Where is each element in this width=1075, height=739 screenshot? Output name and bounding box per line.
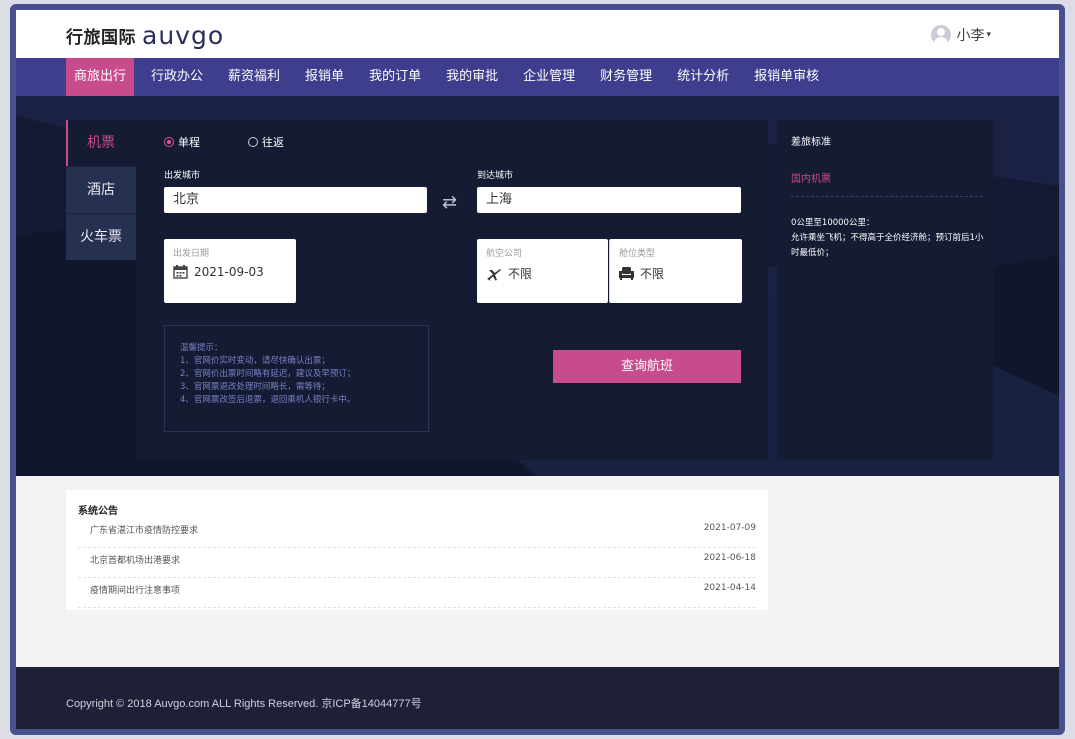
cabin-class-select[interactable]: 舱位类型 不限 [609, 239, 742, 303]
airplane-icon [486, 267, 502, 281]
notice-item-date: 2021-06-18 [703, 553, 756, 563]
system-notice-panel: 系统公告 广东省湛江市疫情防控要求 2021-07-09 北京首都机场出港要求 … [66, 490, 768, 610]
swap-arrows-icon[interactable]: ⇄ [442, 192, 457, 213]
notice-item-date: 2021-07-09 [703, 523, 756, 533]
notice-item-title: 疫情期间出行注意事项 [90, 586, 181, 596]
tab-hotel[interactable]: 酒店 [66, 166, 136, 213]
notice-title: 系统公告 [78, 506, 118, 517]
flight-search-panel: 单程 往返 出发城市 北京 ⇄ 到达城市 上海 出发日期 2021-09-03 [136, 120, 768, 460]
calendar-icon [173, 265, 188, 279]
user-menu[interactable]: 小李 ▾ [931, 25, 991, 45]
header: 行旅国际 auvgo 小李 ▾ [16, 10, 1059, 58]
tip-item: 2、官网价出票时间略有延迟，建议及早预订； [180, 369, 356, 379]
travel-policy-panel: 差旅标准 国内机票 0公里至10000公里： 允许乘坐飞机；不得高于全价经济舱；… [777, 120, 993, 460]
notice-item-date: 2021-04-14 [703, 583, 756, 593]
airline-value: 不限 [508, 267, 533, 281]
copyright-text: Copyright © 2018 Auvgo.com ALL Rights Re… [66, 698, 422, 710]
to-city-input[interactable]: 上海 [477, 187, 741, 213]
footer: Copyright © 2018 Auvgo.com ALL Rights Re… [16, 667, 1059, 729]
tip-item: 1、官网价实时变动，请尽快确认出票； [180, 356, 330, 366]
departure-date-value-wrap: 2021-09-03 [173, 265, 264, 279]
nav-item-admin-office[interactable]: 行政办公 [143, 58, 211, 96]
brand-name-en: auvgo [142, 20, 225, 50]
radio-checked-icon [164, 137, 174, 147]
brand-name-cn: 行旅国际 [66, 27, 136, 48]
tips-box: 温馨提示： 1、官网价实时变动，请尽快确认出票； 2、官网价出票时间略有延迟，建… [164, 325, 429, 432]
nav-item-reimbursement-review[interactable]: 报销单审核 [746, 58, 827, 96]
policy-line: 允许乘坐飞机；不得高于全价经济舱；预订前后1小时最低价； [791, 233, 984, 258]
tip-item: 4、官网票改签后退票，退回乘机人银行卡中。 [180, 395, 356, 405]
from-city-input[interactable]: 北京 [164, 187, 427, 213]
nav-item-reimbursement[interactable]: 报销单 [297, 58, 352, 96]
tab-flight[interactable]: 机票 [66, 120, 136, 166]
departure-date-field[interactable]: 出发日期 2021-09-03 [164, 239, 296, 303]
trip-type-one-way-label: 单程 [178, 136, 200, 149]
from-city-label: 出发城市 [164, 171, 201, 181]
trip-type-one-way[interactable]: 单程 [164, 134, 200, 150]
policy-line: 0公里至10000公里： [791, 218, 875, 228]
page: 行旅国际 auvgo 小李 ▾ 商旅出行 行政办公 薪资福利 报销单 我的订单 … [16, 10, 1059, 729]
nav-item-my-orders[interactable]: 我的订单 [361, 58, 429, 96]
nav-item-enterprise-management[interactable]: 企业管理 [515, 58, 583, 96]
chevron-down-icon: ▾ [986, 30, 991, 40]
policy-text: 0公里至10000公里： 允许乘坐飞机；不得高于全价经济舱；预订前后1小时最低价… [791, 216, 987, 261]
seat-icon [619, 267, 634, 280]
trip-type-round-trip-label: 往返 [262, 136, 284, 149]
browser-frame: 行旅国际 auvgo 小李 ▾ 商旅出行 行政办公 薪资福利 报销单 我的订单 … [10, 4, 1065, 735]
airline-select[interactable]: 航空公司 不限 [477, 239, 608, 303]
to-city-label: 到达城市 [477, 171, 514, 181]
main-nav: 商旅出行 行政办公 薪资福利 报销单 我的订单 我的审批 企业管理 财务管理 统… [16, 58, 1059, 96]
notice-item[interactable]: 广东省湛江市疫情防控要求 2021-07-09 [78, 517, 756, 548]
nav-item-statistics[interactable]: 统计分析 [669, 58, 737, 96]
trip-type-round-trip[interactable]: 往返 [248, 134, 284, 150]
notice-item-title: 北京首都机场出港要求 [90, 556, 181, 566]
airline-value-wrap: 不限 [486, 265, 532, 282]
search-flights-button[interactable]: 查询航班 [553, 350, 741, 383]
nav-item-finance-management[interactable]: 财务管理 [592, 58, 660, 96]
brand-logo[interactable]: 行旅国际 auvgo [66, 20, 224, 50]
policy-title: 差旅标准 [791, 137, 831, 148]
divider [791, 196, 983, 197]
notice-item-title: 广东省湛江市疫情防控要求 [90, 526, 199, 536]
cabin-class-value: 不限 [640, 267, 665, 281]
notice-item[interactable]: 北京首都机场出港要求 2021-06-18 [78, 547, 756, 578]
departure-date-value: 2021-09-03 [194, 265, 264, 279]
nav-item-business-travel[interactable]: 商旅出行 [66, 58, 135, 96]
tips-title: 温馨提示： [180, 343, 223, 353]
notice-item[interactable]: 疫情期间出行注意事项 2021-04-14 [78, 577, 756, 608]
policy-subtitle: 国内机票 [791, 174, 831, 185]
nav-item-my-approvals[interactable]: 我的审批 [438, 58, 506, 96]
cabin-class-label: 舱位类型 [619, 249, 656, 259]
airline-label: 航空公司 [486, 249, 523, 259]
tip-item: 3、官网票退改处理时间略长，需等待； [180, 382, 330, 392]
radio-unchecked-icon [248, 137, 258, 147]
tab-train[interactable]: 火车票 [66, 213, 136, 260]
nav-item-salary-benefits[interactable]: 薪资福利 [220, 58, 288, 96]
departure-date-label: 出发日期 [173, 249, 210, 259]
hero-section: 机票 酒店 火车票 单程 往返 出发城市 北京 ⇄ 到达城市 上海 出发日期 2… [16, 96, 1059, 476]
cabin-class-value-wrap: 不限 [619, 265, 664, 282]
user-name: 小李 [956, 28, 985, 44]
trip-type-group: 单程 往返 [164, 134, 332, 150]
booking-type-tabs: 机票 酒店 火车票 [66, 120, 136, 260]
avatar-icon [931, 25, 952, 45]
